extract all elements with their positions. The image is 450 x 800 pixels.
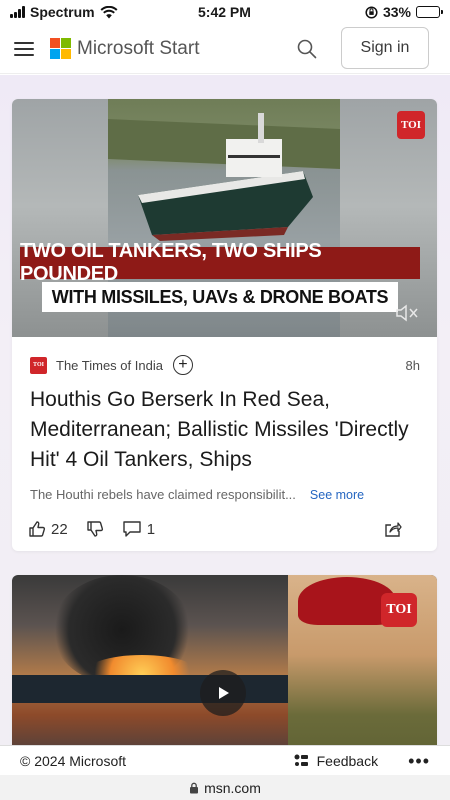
news-feed[interactable]: TWO OIL TANKERS, TWO SHIPS POUNDED WITH …: [0, 75, 450, 745]
source-row: TOI The Times of India + 8h: [30, 355, 420, 375]
thumbs-down-icon: [86, 521, 103, 537]
feedback-button[interactable]: Feedback: [293, 753, 378, 769]
article-card[interactable]: TOI: [12, 575, 437, 745]
page-footer: © 2024 Microsoft Feedback •••: [0, 745, 450, 775]
article-age: 8h: [405, 357, 420, 373]
battery-icon: [416, 6, 443, 18]
snippet-row: The Houthi rebels have claimed responsib…: [30, 487, 425, 502]
comment-count: 1: [146, 520, 156, 538]
like-count: 22: [51, 520, 68, 538]
app-header: Microsoft Start Sign in: [0, 24, 450, 74]
status-right: 33%: [365, 4, 443, 20]
url-domain: msn.com: [204, 779, 261, 796]
toi-logo-badge: TOI: [381, 593, 417, 627]
article-actions: 22 1: [28, 517, 420, 541]
orientation-lock-icon: [365, 5, 378, 19]
status-bar: Spectrum 5:42 PM 33%: [0, 0, 450, 24]
mute-icon[interactable]: [395, 303, 419, 323]
thumbs-up-icon: [29, 521, 46, 537]
logo-square: [61, 38, 71, 48]
wifi-icon: [100, 5, 118, 18]
article-card[interactable]: TWO OIL TANKERS, TWO SHIPS POUNDED WITH …: [12, 99, 437, 551]
status-left: Spectrum: [10, 4, 118, 20]
feedback-label: Feedback: [316, 752, 379, 769]
logo-square: [50, 49, 60, 59]
share-button[interactable]: [384, 520, 402, 538]
burning-ship: [12, 675, 312, 703]
article-headline[interactable]: Houthis Go Berserk In Red Sea, Mediterra…: [30, 385, 420, 475]
image-caption-line2: WITH MISSILES, UAVs & DRONE BOATS: [42, 282, 398, 312]
logo-square: [50, 38, 60, 48]
toi-logo-badge: TOI: [397, 111, 425, 139]
battery-percent: 33%: [382, 4, 411, 20]
carrier-label: Spectrum: [30, 4, 95, 20]
article-video-thumbnail[interactable]: TOI: [12, 575, 437, 745]
feedback-icon: [294, 754, 308, 766]
microsoft-logo-icon: [50, 38, 71, 59]
article-snippet: The Houthi rebels have claimed responsib…: [30, 487, 296, 502]
see-more-link[interactable]: See more: [310, 488, 364, 502]
image-caption-line1: TWO OIL TANKERS, TWO SHIPS POUNDED: [20, 240, 420, 285]
clock: 5:42 PM: [198, 4, 251, 20]
signal-icon: [10, 6, 25, 18]
play-button[interactable]: [200, 670, 246, 716]
article-image[interactable]: TWO OIL TANKERS, TWO SHIPS POUNDED WITH …: [12, 99, 437, 337]
sign-in-button[interactable]: Sign in: [341, 27, 429, 69]
follow-source-button[interactable]: +: [172, 355, 193, 375]
play-icon: [219, 687, 229, 699]
comment-icon: [122, 521, 141, 537]
brand-name[interactable]: Microsoft Start: [77, 38, 199, 60]
lock-icon: [190, 782, 199, 793]
search-icon[interactable]: [296, 38, 318, 60]
menu-icon[interactable]: [14, 41, 34, 56]
like-button[interactable]: 22: [28, 520, 68, 538]
more-options-button[interactable]: •••: [408, 752, 430, 770]
dislike-button[interactable]: [86, 520, 104, 538]
browser-url-bar[interactable]: msn.com: [0, 775, 450, 800]
comments-button[interactable]: 1: [122, 520, 155, 538]
source-logo-icon: TOI: [30, 356, 47, 374]
source-name[interactable]: The Times of India: [56, 358, 163, 373]
logo-square: [61, 49, 71, 59]
copyright-text: © 2024 Microsoft: [20, 752, 127, 769]
share-icon: [385, 522, 402, 537]
